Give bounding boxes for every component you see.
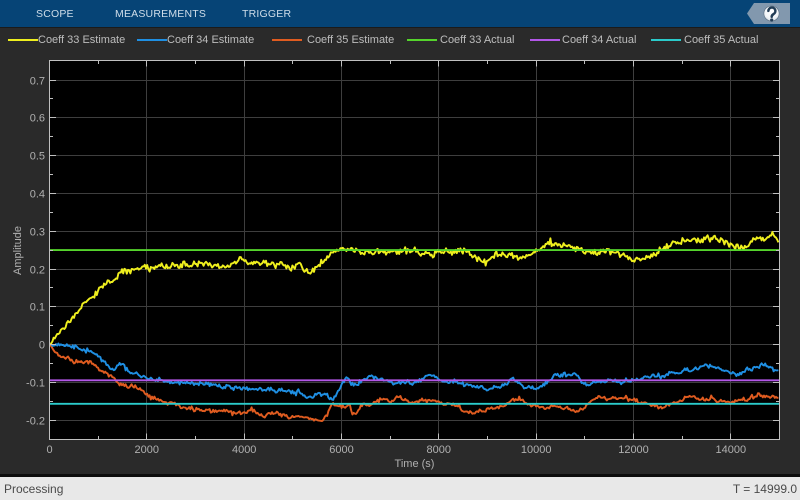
svg-text:8000: 8000	[427, 444, 451, 456]
svg-text:0: 0	[46, 444, 52, 456]
svg-text:0.1: 0.1	[30, 301, 45, 313]
svg-text:0.2: 0.2	[30, 264, 45, 276]
svg-text:4000: 4000	[232, 444, 256, 456]
svg-text:14000: 14000	[716, 444, 747, 456]
svg-text:0.6: 0.6	[30, 112, 45, 124]
svg-text:0: 0	[39, 339, 45, 351]
svg-text:-0.2: -0.2	[26, 415, 45, 427]
svg-text:12000: 12000	[618, 444, 649, 456]
svg-text:Amplitude: Amplitude	[12, 226, 24, 275]
svg-text:6000: 6000	[329, 444, 353, 456]
svg-text:0.7: 0.7	[30, 75, 45, 87]
svg-text:10000: 10000	[521, 444, 552, 456]
svg-text:Time (s): Time (s)	[395, 458, 435, 470]
svg-text:0.5: 0.5	[30, 150, 45, 162]
svg-text:0.3: 0.3	[30, 226, 45, 238]
svg-text:0.4: 0.4	[30, 188, 45, 200]
svg-text:-0.1: -0.1	[26, 377, 45, 389]
svg-text:2000: 2000	[135, 444, 159, 456]
